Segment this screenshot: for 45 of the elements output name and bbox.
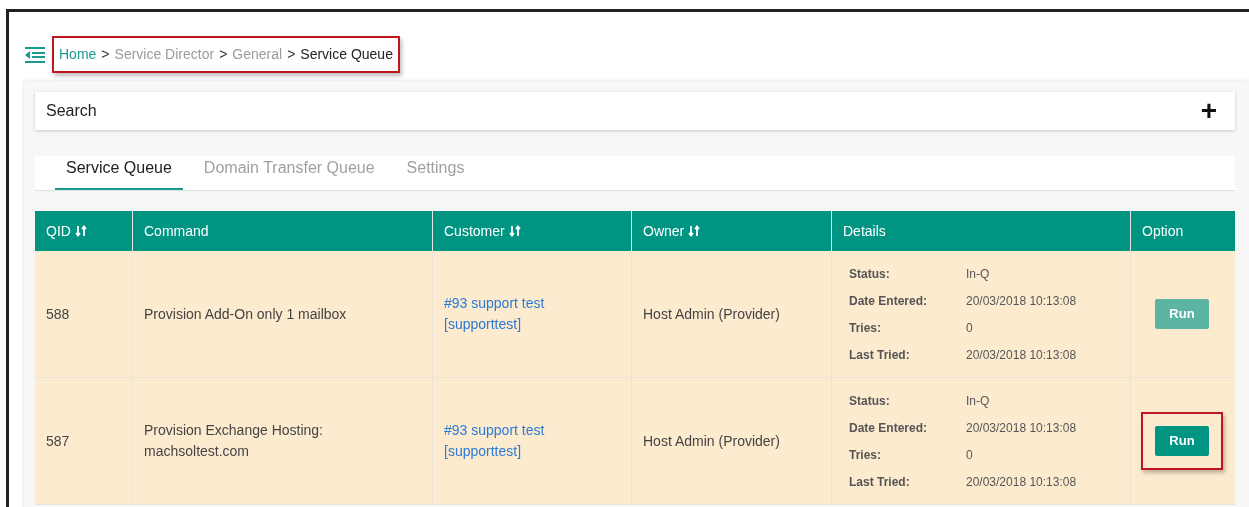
tab[interactable]: Settings <box>395 156 476 190</box>
table-cell: Provision Add-On only 1 mailbox <box>133 251 433 377</box>
detail-value: 20/03/2018 10:13:08 <box>966 292 1077 310</box>
tab[interactable]: Service Queue <box>55 156 183 190</box>
detail-value: 20/03/2018 10:13:08 <box>966 473 1077 491</box>
detail-label: Tries: <box>849 446 882 464</box>
detail-label: Status: <box>849 265 891 283</box>
detail-value: In-Q <box>966 392 990 410</box>
search-bar[interactable]: Search + <box>35 92 1235 130</box>
customer-link[interactable]: [supporttest] <box>444 441 620 462</box>
breadcrumb-separator: > <box>219 45 228 64</box>
table-cell: 588 <box>35 251 133 377</box>
detail-value: 0 <box>966 319 973 337</box>
breadcrumb-link[interactable]: Service Director <box>114 44 215 65</box>
breadcrumb-separator: > <box>101 45 110 64</box>
detail-value: 20/03/2018 10:13:08 <box>966 346 1077 364</box>
customer-link[interactable]: #93 support test <box>444 420 620 441</box>
breadcrumb-separator: > <box>287 45 296 64</box>
breadcrumb-link[interactable]: General <box>232 44 283 65</box>
search-label: Search <box>46 101 97 121</box>
breadcrumb-link[interactable]: Home <box>59 44 97 65</box>
detail-value: 20/03/2018 10:13:08 <box>966 419 1077 437</box>
table-cell: Host Admin (Provider) <box>632 251 832 377</box>
column-header: Option <box>1141 221 1185 241</box>
customer-link[interactable]: [supporttest] <box>444 314 620 335</box>
detail-value: In-Q <box>966 265 990 283</box>
detail-label: Date Entered: <box>849 419 929 437</box>
customer-link[interactable]: #93 support test <box>444 293 620 314</box>
table-cell: 587 <box>35 378 133 504</box>
sort-icon[interactable] <box>74 225 87 237</box>
detail-label: Last Tried: <box>849 346 911 364</box>
detail-label: Status: <box>849 392 891 410</box>
detail-label: Date Entered: <box>849 292 929 310</box>
sort-icon[interactable] <box>508 225 521 237</box>
table-cell: Host Admin (Provider) <box>632 378 832 504</box>
run-button[interactable]: Run <box>1155 299 1209 329</box>
tab[interactable]: Domain Transfer Queue <box>192 156 386 190</box>
table-cell: Provision Exchange Hosting: machsoltest.com <box>133 378 433 504</box>
detail-label: Tries: <box>849 319 882 337</box>
run-button[interactable]: Run <box>1155 426 1209 456</box>
sort-icon[interactable] <box>688 225 701 237</box>
add-button[interactable]: + <box>1200 97 1217 125</box>
menu-collapse-icon[interactable] <box>24 45 46 64</box>
detail-value: 0 <box>966 446 973 464</box>
detail-label: Last Tried: <box>849 473 911 491</box>
